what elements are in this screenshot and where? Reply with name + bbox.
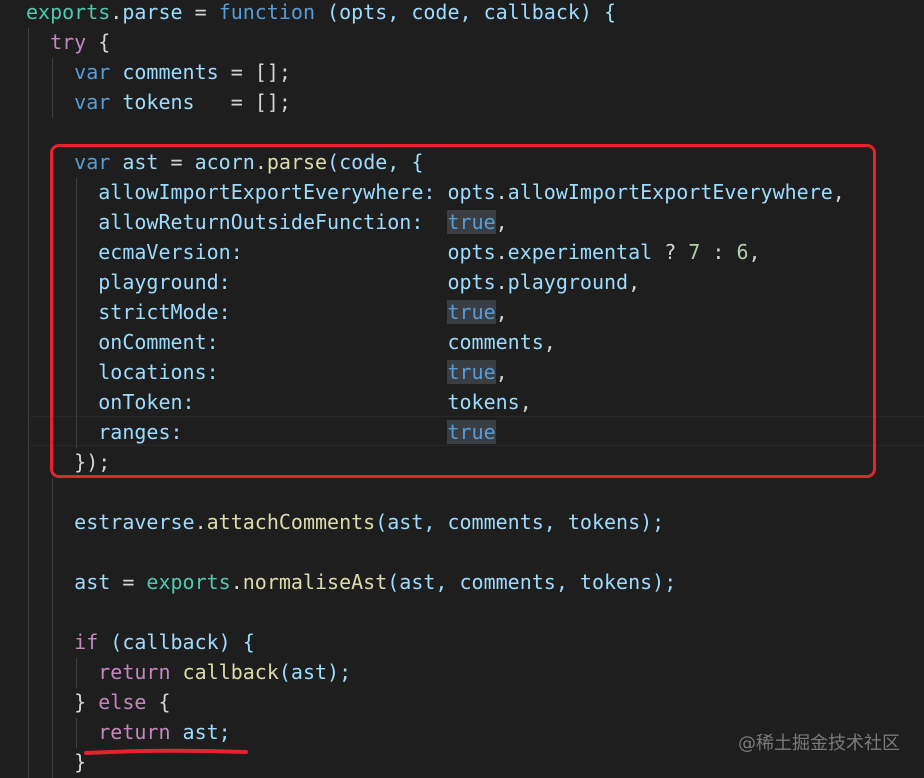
token: callback xyxy=(182,660,279,684)
code-line[interactable]: exports.parse = function (opts, code, ca… xyxy=(26,0,616,27)
token: return xyxy=(98,720,171,744)
highlight-underline xyxy=(84,748,248,755)
code-line[interactable]: return ast; xyxy=(26,717,231,747)
token: = xyxy=(182,0,219,24)
token: (callback) { xyxy=(98,630,255,654)
token: . xyxy=(230,570,243,594)
token: ast; xyxy=(182,720,231,744)
token: ast xyxy=(74,570,111,594)
token: . xyxy=(110,0,123,24)
token: } xyxy=(74,690,99,714)
token: function xyxy=(218,0,316,24)
token: return xyxy=(98,660,171,684)
token: = []; xyxy=(218,60,291,84)
token: (opts, code, callback) { xyxy=(315,0,617,24)
code-line[interactable]: } else { xyxy=(26,687,171,717)
watermark: @稀土掘金技术社区 xyxy=(738,733,900,754)
highlight-box xyxy=(50,144,876,478)
token: normaliseAst xyxy=(242,570,388,594)
token: if xyxy=(74,630,99,654)
token: . xyxy=(194,510,207,534)
code-line[interactable]: var comments = []; xyxy=(26,57,291,87)
code-line[interactable]: if (callback) { xyxy=(26,627,255,657)
code-line[interactable]: estraverse.attachComments(ast, comments,… xyxy=(26,507,664,537)
code-editor[interactable]: exports.parse = function (opts, code, ca… xyxy=(0,0,924,778)
token: { xyxy=(86,30,111,54)
token: estraverse xyxy=(74,510,195,534)
token: (ast, comments, tokens); xyxy=(375,510,665,534)
token: parse xyxy=(122,0,183,24)
token: var xyxy=(74,60,111,84)
token: exports xyxy=(146,570,231,594)
code-line[interactable]: } xyxy=(26,747,86,777)
token: comments xyxy=(122,60,219,84)
token: var xyxy=(74,90,111,114)
token: else xyxy=(98,690,147,714)
token: (ast); xyxy=(278,660,352,684)
token: exports xyxy=(26,0,111,24)
code-line[interactable]: return callback(ast); xyxy=(26,657,351,687)
code-line[interactable]: var tokens = []; xyxy=(26,87,291,117)
code-line[interactable]: try { xyxy=(26,27,110,57)
token: (ast, comments, tokens); xyxy=(387,570,677,594)
token: tokens xyxy=(122,90,195,114)
token: try xyxy=(50,30,87,54)
token: attachComments xyxy=(206,510,376,534)
token: = xyxy=(110,570,147,594)
token: = []; xyxy=(194,90,291,114)
code-line[interactable]: ast = exports.normaliseAst(ast, comments… xyxy=(26,567,676,597)
token: { xyxy=(146,690,171,714)
